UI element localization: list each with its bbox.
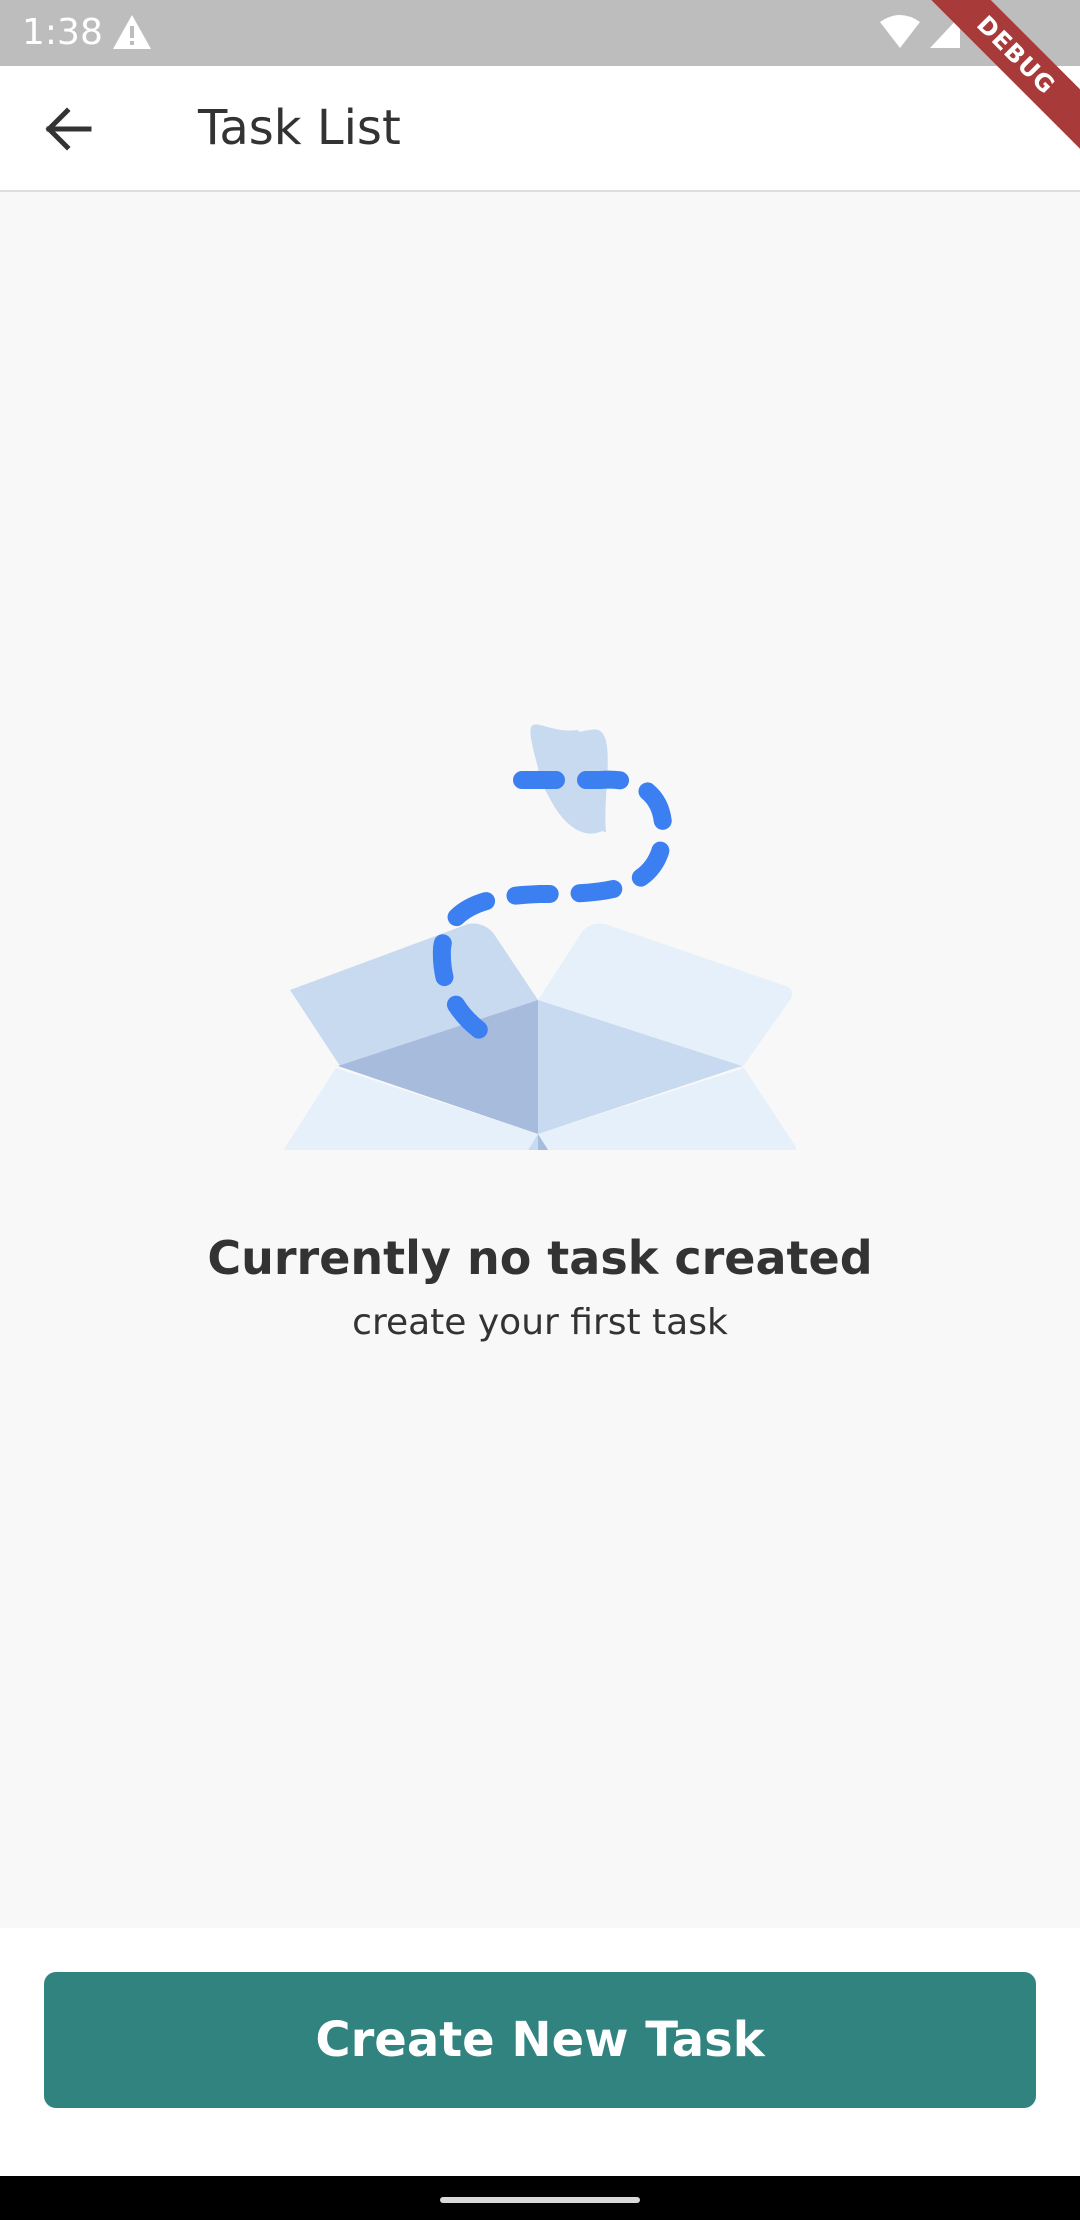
create-new-task-button[interactable]: Create New Task	[44, 1972, 1036, 2108]
back-button[interactable]	[28, 89, 108, 169]
open-box-icon	[284, 724, 797, 1150]
empty-state-title: Currently no task created	[207, 1231, 873, 1285]
status-bar: 1:38	[0, 0, 1080, 66]
screen: 1:38 DEBUG Task List Currently no task c…	[0, 0, 1080, 2220]
page-title: Task List	[198, 100, 401, 156]
bottom-action-area: Create New Task	[0, 1928, 1080, 2176]
debug-label: DEBUG	[920, 0, 1080, 155]
home-indicator[interactable]	[440, 2197, 640, 2203]
status-time: 1:38	[22, 12, 103, 53]
navigation-bar	[0, 2176, 1080, 2220]
wifi-icon	[880, 15, 920, 48]
debug-banner: DEBUG	[920, 0, 1080, 160]
arrow-left-icon	[45, 107, 92, 151]
empty-state-subtitle: create your first task	[352, 1302, 728, 1343]
warning-icon	[113, 15, 151, 49]
app-bar: Task List	[0, 66, 1080, 192]
